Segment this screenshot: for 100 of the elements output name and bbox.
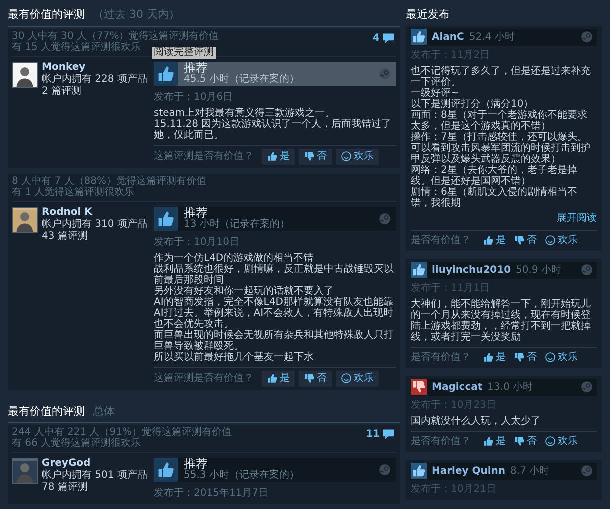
posted-date: 发布于：2015年11月7日	[154, 487, 270, 501]
smiley-icon	[341, 151, 352, 162]
recommendation-bar[interactable]: 推荐 45.5 小时（记录在案的）	[154, 62, 396, 86]
funny-button[interactable]: 欢乐	[336, 148, 379, 164]
review-text: 一级好评~	[411, 88, 460, 98]
comment-count[interactable]: 11	[366, 427, 396, 442]
no-button[interactable]: 否	[299, 370, 332, 386]
no-button[interactable]: 否	[514, 434, 537, 448]
comment-count[interactable]: 4	[373, 30, 396, 46]
section-subtitle: 总体	[93, 404, 115, 420]
recommendation-label: 推荐	[184, 459, 209, 470]
review-text: 操作：7星（打击感较佳，还可以爆头。可以看到攻击风暴军团流的时候打击到护甲反弹以及爆头武器反震的效果）	[411, 132, 592, 164]
smiley-icon	[341, 373, 352, 384]
posted-date: 发布于：10月23日	[411, 398, 498, 412]
review-text: 画面：8星（对于一个老游戏你不能要求太多，但是这个游戏真的不错）	[411, 110, 588, 132]
no-button[interactable]: 否	[514, 350, 537, 364]
review-text: 另外没有好友和你一起玩的话就不要入了	[154, 286, 335, 296]
thumbs-down-icon	[514, 234, 525, 246]
playtime-text: 45.5 小时（记录在案的）	[184, 74, 300, 84]
steam-icon	[581, 264, 593, 276]
yes-button[interactable]: 是	[262, 370, 295, 386]
vote-question: 是否有价值？	[411, 350, 471, 364]
thumbs-down-icon	[304, 151, 315, 162]
steam-icon	[379, 464, 391, 476]
funny-text: 有 15 人觉得这篇评测很欢乐	[12, 42, 142, 52]
funny-text: 有 1 人觉得这篇评测很欢乐	[12, 186, 135, 198]
steam-icon	[581, 381, 593, 393]
thumbs-down-icon	[514, 436, 525, 446]
steam-icon	[379, 68, 391, 80]
yes-button[interactable]: 是	[483, 232, 506, 248]
recommendation-bar[interactable]: 推荐 55.3 小时（记录在案的）	[154, 458, 396, 482]
product-count: 帐户内拥有 228 项产品	[42, 74, 148, 86]
thumbs-up-icon	[267, 151, 278, 162]
smiley-icon	[545, 234, 556, 246]
author-name[interactable]: Harley Quinn	[432, 464, 506, 478]
thumbs-up-icon	[483, 352, 494, 362]
thumbs-up-icon	[267, 373, 278, 384]
product-count: 帐户内拥有 501 项产品	[42, 470, 148, 482]
speech-bubble-icon	[382, 32, 396, 44]
steam-icon	[379, 212, 391, 224]
review-text: 战利品系统也很好，剧情嘛，反正就是中古战锤毁灭以前最后那段时间	[154, 264, 395, 286]
steam-icon	[581, 465, 593, 477]
no-button[interactable]: 否	[514, 232, 537, 248]
yes-button[interactable]: 是	[483, 434, 506, 448]
thumbs-up-icon	[483, 234, 494, 246]
section-subtitle: （过去 30 天内）	[93, 7, 180, 23]
review-text: 15.11.28 因为这款游戏认识了一个人，后面我错过了她，仅此而已。	[154, 118, 393, 140]
posted-date: 发布于：10月10日	[154, 236, 240, 250]
review-text: 也不记得玩了多久了，但是还是过来补充一下评价。	[411, 66, 592, 88]
posted-date: 发布于：10月6日	[154, 90, 234, 104]
playtime-text: 55.3 小时（记录在案的）	[184, 470, 300, 481]
review-text: 作为一个仿L4D的游戏做的相当不错	[154, 252, 315, 264]
playtime-text: 13 小时（记录在案的）	[184, 218, 291, 230]
section-title: 最近发布	[406, 7, 451, 23]
funny-button[interactable]: 欢乐	[545, 434, 578, 448]
review-text: 以下是测评打分（满分10）	[411, 98, 535, 110]
review-text: 大神们，能不能给解答一下，刚开始玩儿的一个月从来没有掉过线，现在有时候登陆上游戏都费劲，，经常打不到一把就掉线，或者打完一关没奖励	[411, 298, 592, 342]
recommendation-label: 推荐	[184, 208, 208, 218]
posted-date: 发布于：10月21日	[411, 482, 498, 496]
tooltip: 阅读完整评测	[152, 46, 216, 58]
section-title: 最有价值的评测	[8, 7, 85, 23]
playtime-text: 50.9 小时	[516, 264, 562, 278]
review-text: 而巨兽出现的时候会无视所有杂兵和其他特殊敌人只打巨兽导致被群殴死。	[154, 330, 395, 352]
author-name[interactable]: GreyGod	[42, 458, 148, 470]
vote-question: 这篇评测是否有价值？	[154, 372, 254, 386]
posted-date: 发布于：11月1日	[411, 282, 492, 296]
funny-button[interactable]: 欢乐	[545, 232, 578, 248]
smiley-icon	[545, 352, 556, 362]
review-count: 2 篇评测	[42, 86, 83, 98]
author-name[interactable]: AlanC	[432, 30, 464, 44]
helpful-text: 8 人中有 7 人（88%）觉得这篇评测有价值	[12, 176, 206, 186]
review-text: 所以买以前最好拖几个基友一起下水	[154, 352, 315, 362]
review-text: 剧情：6星（断肌文入侵的剧情相当不错，我很期	[411, 186, 578, 208]
product-count: 帐户内拥有 310 项产品	[42, 218, 148, 230]
expand-link[interactable]: 展开阅读	[557, 210, 597, 226]
funny-button[interactable]: 欢乐	[336, 370, 379, 386]
thumbs-up-icon	[483, 436, 494, 446]
author-name[interactable]: Magiccat	[432, 380, 483, 394]
review-text: 网络：2星（去你大爷的，老子老是掉线。但是还好是国网不错）	[411, 164, 578, 186]
vote-question: 是否有价值？	[411, 234, 471, 248]
yes-button[interactable]: 是	[262, 148, 295, 164]
recommendation-label: 推荐	[184, 62, 209, 74]
review-text: AI的智商发指，完全不像L4D那样就算没有队友也能靠AI打过去。举例来说，AI不会救人，有特殊敌人出现时也不会优先攻击。	[154, 296, 395, 330]
steam-icon	[581, 31, 593, 43]
vote-question: 是否有价值？	[411, 434, 471, 448]
yes-button[interactable]: 是	[483, 350, 506, 364]
posted-date: 发布于：11月2日	[411, 48, 492, 62]
thumbs-down-icon	[304, 373, 315, 384]
recommendation-bar[interactable]: 推荐 13 小时（记录在案的）	[154, 206, 396, 230]
funny-button[interactable]: 欢乐	[545, 350, 578, 364]
author-name[interactable]: Monkey	[42, 62, 148, 74]
speech-bubble-icon	[382, 429, 396, 440]
no-button[interactable]: 否	[299, 148, 332, 164]
section-title: 最有价值的评测	[8, 404, 85, 420]
funny-text: 有 66 人觉得这篇评测很欢乐	[12, 438, 142, 449]
author-name[interactable]: Rodnol K	[42, 206, 148, 218]
helpful-text: 244 人中有 221 人（91%）觉得这篇评测有价值	[12, 427, 232, 438]
helpful-text: 30 人中有 30 人（77%）觉得这篇评测有价值	[12, 30, 220, 42]
author-name[interactable]: liuyinchu2010	[432, 262, 512, 278]
playtime-text: 13.0 小时	[488, 380, 534, 394]
